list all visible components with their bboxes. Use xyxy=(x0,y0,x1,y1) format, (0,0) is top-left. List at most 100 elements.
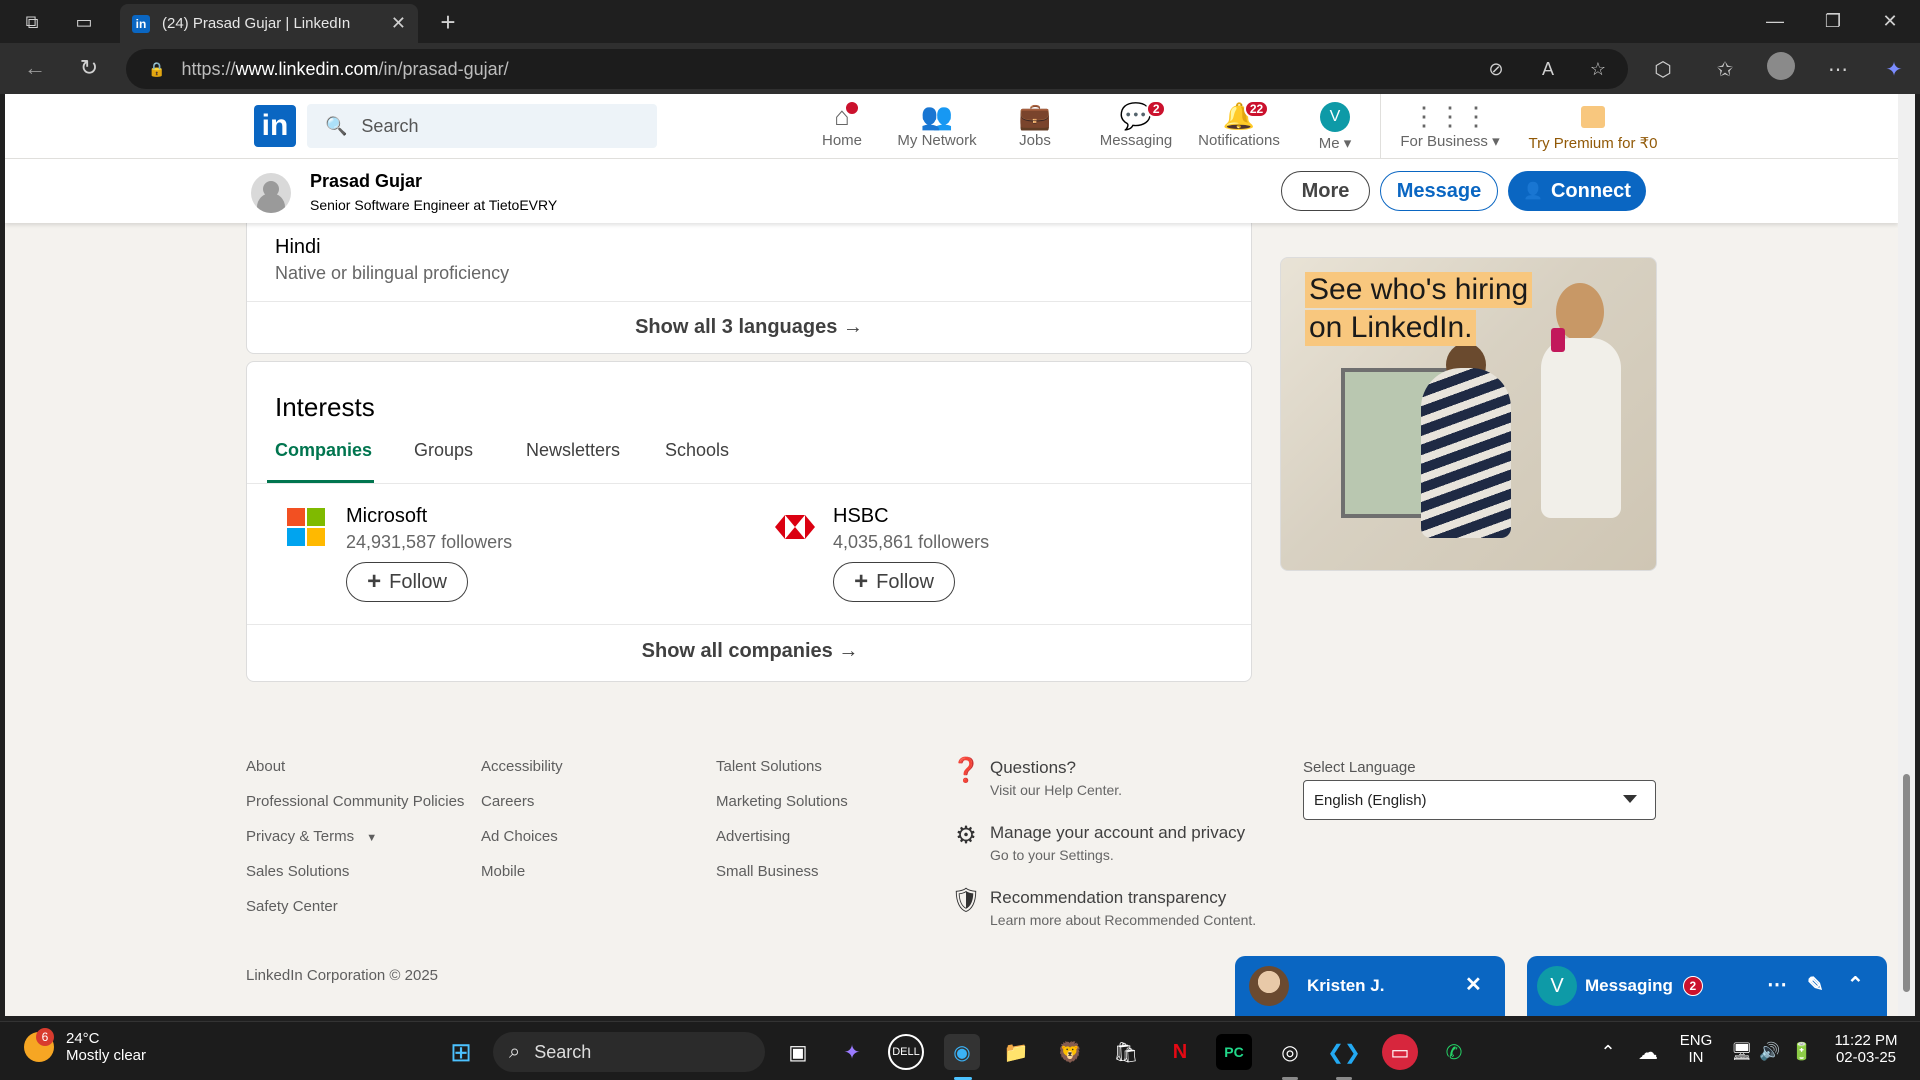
footer-link-careers[interactable]: Careers xyxy=(481,793,534,810)
chevron-up-icon[interactable]: ⌃ xyxy=(1590,1034,1626,1070)
close-window-button[interactable]: ✕ xyxy=(1860,0,1920,43)
help-questions-title[interactable]: Questions? xyxy=(990,758,1076,778)
weather-widget[interactable]: 6 24°C Mostly clear xyxy=(24,1028,146,1064)
chat-window-kristen[interactable]: Kristen J. ✕ xyxy=(1235,956,1505,1016)
help-recommendation-title[interactable]: Recommendation transparency xyxy=(990,888,1226,908)
search-icon: 🔍 xyxy=(325,115,348,136)
page-scrollbar[interactable] xyxy=(1898,94,1915,1016)
company-name-microsoft[interactable]: Microsoft xyxy=(346,505,427,528)
footer-link-mobile[interactable]: Mobile xyxy=(481,863,525,880)
volume-icon[interactable]: 🔊 xyxy=(1752,1034,1788,1070)
close-tab-icon[interactable]: ✕ xyxy=(391,13,406,34)
chrome-app-icon[interactable]: ◎ xyxy=(1272,1034,1308,1070)
more-options-icon[interactable]: ⋯ xyxy=(1767,972,1787,997)
message-button[interactable]: Message xyxy=(1380,171,1498,211)
help-account-sub[interactable]: Go to your Settings. xyxy=(990,847,1114,863)
refresh-button[interactable]: ↻ xyxy=(70,49,108,87)
advertisement-banner[interactable]: See who's hiring on LinkedIn. xyxy=(1280,257,1657,571)
back-button[interactable]: ← xyxy=(16,49,54,87)
help-account-title[interactable]: Manage your account and privacy xyxy=(990,823,1245,843)
tab-groups[interactable]: Groups xyxy=(414,440,473,461)
footer-link-ad-choices[interactable]: Ad Choices xyxy=(481,828,558,845)
follow-hsbc-button[interactable]: + Follow xyxy=(833,562,955,602)
lock-icon[interactable]: 🔒 xyxy=(148,61,165,78)
nav-for-business[interactable]: ⋮⋮⋮ For Business ▾ xyxy=(1395,98,1505,156)
footer-link-accessibility[interactable]: Accessibility xyxy=(481,758,563,775)
tracking-prevention-icon[interactable]: ⊘ xyxy=(1478,51,1514,87)
netflix-app-icon[interactable]: N xyxy=(1162,1034,1198,1070)
minimize-button[interactable]: — xyxy=(1745,0,1805,43)
copilot-icon[interactable]: ✦ xyxy=(1876,51,1912,87)
vscode-app-icon[interactable]: ❮❯ xyxy=(1326,1034,1362,1070)
tab-schools[interactable]: Schools xyxy=(665,440,729,461)
help-questions-sub[interactable]: Visit our Help Center. xyxy=(990,782,1122,798)
url-field[interactable]: 🔒 https://www.linkedin.com/in/prasad-guj… xyxy=(126,49,1628,89)
settings-more-icon[interactable]: ⋯ xyxy=(1820,51,1856,87)
store-app-icon[interactable]: 🛍 xyxy=(1108,1034,1144,1070)
footer-link-about[interactable]: About xyxy=(246,758,285,775)
scroll-thumb[interactable] xyxy=(1903,774,1910,992)
footer-link-talent-solutions[interactable]: Talent Solutions xyxy=(716,758,822,775)
workspaces-icon[interactable]: ⧉ xyxy=(12,2,52,42)
brave-app-icon[interactable]: 🦁 xyxy=(1052,1034,1088,1070)
browser-profile-avatar[interactable] xyxy=(1767,52,1795,80)
footer-link-small-business[interactable]: Small Business xyxy=(716,863,819,880)
extensions-icon[interactable]: ⬡ xyxy=(1645,51,1681,87)
read-aloud-icon[interactable]: A xyxy=(1530,51,1566,87)
profile-avatar[interactable] xyxy=(251,173,291,213)
messaging-panel[interactable]: V Messaging 2 ⋯ ✎ ⌃ xyxy=(1527,956,1887,1016)
microsoft-logo[interactable] xyxy=(287,508,327,548)
footer-link-safety-center[interactable]: Safety Center xyxy=(246,898,338,915)
show-all-languages-link[interactable]: Show all 3 languages → xyxy=(246,316,1252,339)
footer-link-privacy-terms[interactable]: Privacy & Terms ▼ xyxy=(246,828,377,845)
footer-link-marketing-solutions[interactable]: Marketing Solutions xyxy=(716,793,848,810)
language-select[interactable]: English (English) xyxy=(1303,780,1656,820)
browser-tab[interactable]: in (24) Prasad Gujar | LinkedIn ✕ xyxy=(120,4,418,43)
nav-messaging[interactable]: 💬 2 Messaging xyxy=(1091,98,1181,156)
new-tab-button[interactable]: + xyxy=(430,4,466,40)
taskbar-search[interactable]: ⌕ Search xyxy=(493,1032,765,1072)
start-button[interactable]: ⊞ xyxy=(443,1034,479,1070)
battery-icon[interactable]: 🔋 xyxy=(1784,1034,1820,1070)
favorite-star-icon[interactable]: ☆ xyxy=(1580,51,1616,87)
compose-icon[interactable]: ✎ xyxy=(1807,972,1824,997)
tab-companies[interactable]: Companies xyxy=(275,440,372,461)
edge-app-icon[interactable]: ◉ xyxy=(944,1034,980,1070)
nav-home[interactable]: ⌂ Home xyxy=(807,98,877,156)
footer-link-sales-solutions[interactable]: Sales Solutions xyxy=(246,863,349,880)
footer-link-community-policies[interactable]: Professional Community Policies xyxy=(246,793,464,810)
nav-me[interactable]: V Me ▾ xyxy=(1305,98,1365,156)
anydesk-app-icon[interactable]: ▭ xyxy=(1382,1034,1418,1070)
tab-newsletters[interactable]: Newsletters xyxy=(526,440,620,461)
search-input[interactable]: 🔍 Search xyxy=(307,104,657,148)
restore-button[interactable]: ❐ xyxy=(1803,0,1863,43)
language-indicator[interactable]: ENG IN xyxy=(1676,1032,1716,1066)
show-all-companies-link[interactable]: Show all companies → xyxy=(247,640,1253,663)
file-explorer-icon[interactable]: 📁 xyxy=(998,1034,1034,1070)
company-followers-microsoft: 24,931,587 followers xyxy=(346,532,513,552)
clock-date: 02-03-25 xyxy=(1835,1049,1897,1066)
close-icon[interactable]: ✕ xyxy=(1465,972,1482,997)
linkedin-logo[interactable]: in xyxy=(254,105,296,147)
help-recommendation-sub[interactable]: Learn more about Recommended Content. xyxy=(990,912,1256,928)
try-premium-link[interactable]: Try Premium for ₹0 xyxy=(1521,98,1665,152)
connect-button[interactable]: 👤 Connect xyxy=(1508,171,1646,211)
nav-my-network[interactable]: 👥 My Network xyxy=(887,98,987,156)
company-name-hsbc[interactable]: HSBC xyxy=(833,505,889,528)
task-view-icon[interactable]: ▣ xyxy=(780,1034,816,1070)
hsbc-logo[interactable] xyxy=(775,509,815,549)
whatsapp-app-icon[interactable]: ✆ xyxy=(1436,1034,1472,1070)
chevron-up-icon[interactable]: ⌃ xyxy=(1847,972,1864,997)
more-button[interactable]: More xyxy=(1281,171,1370,211)
pycharm-app-icon[interactable]: PC xyxy=(1216,1034,1252,1070)
footer-link-advertising[interactable]: Advertising xyxy=(716,828,790,845)
onedrive-icon[interactable]: ☁ xyxy=(1630,1034,1666,1070)
nav-notifications[interactable]: 🔔 22 Notifications xyxy=(1189,98,1289,156)
follow-microsoft-button[interactable]: + Follow xyxy=(346,562,468,602)
nav-jobs[interactable]: 💼 Jobs xyxy=(1005,98,1065,156)
tab-actions-icon[interactable]: ▭ xyxy=(64,2,104,42)
favorites-icon[interactable]: ✩ xyxy=(1707,51,1743,87)
clock[interactable]: 11:22 PM 02-03-25 xyxy=(1826,1032,1906,1066)
copilot-app-icon[interactable]: ✦ xyxy=(834,1034,870,1070)
dell-app-icon[interactable]: DELL xyxy=(888,1034,924,1070)
